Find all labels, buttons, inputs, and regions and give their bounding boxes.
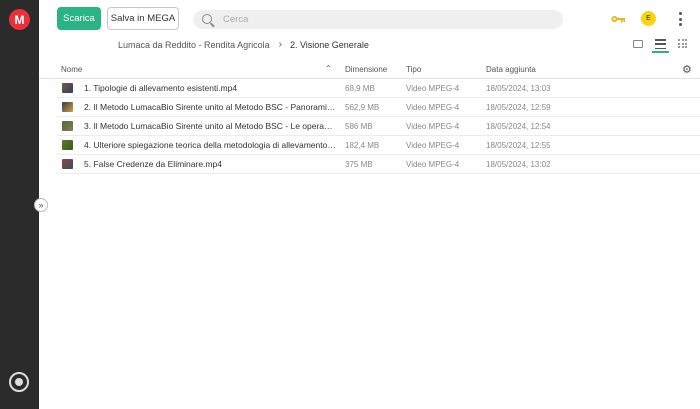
search-bar[interactable] (193, 10, 563, 29)
file-date: 18/05/2024, 12:55 (486, 141, 551, 150)
table-row[interactable]: 4. Ulteriore spiegazione teorica della m… (57, 136, 700, 155)
file-date: 18/05/2024, 12:59 (486, 103, 551, 112)
file-name: 3. Il Metodo LumacaBio Sirente unito al … (84, 121, 336, 131)
file-type: Video MPEG-4 (406, 122, 460, 131)
table-row[interactable]: 3. Il Metodo LumacaBio Sirente unito al … (57, 117, 700, 136)
file-type: Video MPEG-4 (406, 84, 460, 93)
active-view-indicator (652, 51, 669, 53)
file-name: 4. Ulteriore spiegazione teorica della m… (84, 140, 336, 150)
grid-view-icon[interactable] (678, 39, 687, 48)
more-options-icon[interactable] (678, 12, 682, 26)
table-row[interactable]: 1. Tipologie di allevamento esistenti.mp… (57, 79, 700, 98)
file-size: 375 MB (345, 160, 373, 169)
file-date: 18/05/2024, 13:02 (486, 160, 551, 169)
expand-sidebar-chevron-icon[interactable]: » (34, 198, 48, 212)
file-type: Video MPEG-4 (406, 160, 460, 169)
video-thumbnail-icon (62, 83, 73, 93)
video-thumbnail-icon (62, 121, 73, 131)
column-header-date[interactable]: Data aggiunta (486, 65, 536, 74)
key-icon[interactable] (611, 14, 625, 24)
video-thumbnail-icon (62, 102, 73, 112)
breadcrumb-separator: › (278, 39, 282, 50)
table-row[interactable]: 2. Il Metodo LumacaBio Sirente unito al … (57, 98, 700, 117)
table-row[interactable]: 5. False Credenze da Eliminare.mp4 375 M… (57, 155, 700, 174)
file-date: 18/05/2024, 12:54 (486, 122, 551, 131)
table-header: Nome ⌃ Dimensione Tipo Data aggiunta ⚙ (39, 60, 700, 79)
video-thumbnail-icon (62, 159, 73, 169)
file-size: 182,4 MB (345, 141, 380, 150)
file-size: 562,9 MB (345, 103, 380, 112)
column-header-name[interactable]: Nome (61, 65, 82, 74)
breadcrumb: Lumaca da Reddito - Rendita Agricola › 2… (118, 39, 369, 50)
video-thumbnail-icon (62, 140, 73, 150)
search-input[interactable] (223, 12, 543, 27)
file-size: 68,9 MB (345, 84, 375, 93)
breadcrumb-parent[interactable]: Lumaca da Reddito - Rendita Agricola (118, 40, 270, 50)
file-date: 18/05/2024, 13:03 (486, 84, 551, 93)
gear-icon[interactable]: ⚙ (682, 63, 692, 76)
file-name: 5. False Credenze da Eliminare.mp4 (84, 159, 222, 169)
file-name: 1. Tipologie di allevamento esistenti.mp… (84, 83, 238, 93)
mega-logo-icon[interactable]: M (9, 9, 30, 30)
sync-icon[interactable] (9, 372, 29, 392)
file-type: Video MPEG-4 (406, 141, 460, 150)
list-view-icon[interactable] (655, 39, 666, 49)
sort-ascending-icon[interactable]: ⌃ (325, 64, 332, 73)
column-header-size[interactable]: Dimensione (345, 65, 387, 74)
file-size: 586 MB (345, 122, 373, 131)
breadcrumb-current: 2. Visione Generale (289, 39, 369, 50)
download-button[interactable]: Scarica (57, 7, 101, 30)
column-header-type[interactable]: Tipo (406, 65, 421, 74)
avatar[interactable]: E (641, 11, 656, 26)
search-icon (202, 14, 212, 24)
file-type: Video MPEG-4 (406, 103, 460, 112)
save-to-mega-button[interactable]: Salva in MEGA (107, 7, 179, 30)
thumbnail-view-icon[interactable] (633, 40, 643, 48)
file-name: 2. Il Metodo LumacaBio Sirente unito al … (84, 102, 336, 112)
